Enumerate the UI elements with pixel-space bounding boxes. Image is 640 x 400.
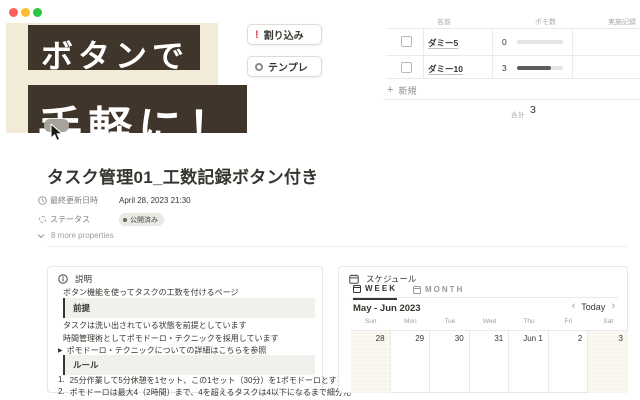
calendar-navigation: ‹ Today › — [572, 301, 615, 312]
more-properties-toggle[interactable]: 8 more properties — [37, 231, 114, 240]
numbered-list-item: 1. 25分作業して5分休憩を1セット、この1セット（30分）を1ポモドーロとす… — [58, 375, 345, 386]
calendar-icon — [349, 274, 359, 284]
progress-bar — [517, 66, 563, 70]
divider — [386, 28, 640, 29]
today-button[interactable]: Today — [581, 302, 605, 312]
property-row-status[interactable]: ステータス 公開済み — [36, 213, 164, 226]
interrupt-button[interactable]: ! 割り込み — [247, 24, 322, 45]
notion-window: ボタンで 手軽に！ ! 割り込み テンプレ 名前 ポモ数 実施記録 ダミー5 — [0, 0, 640, 400]
info-icon — [58, 274, 68, 284]
interrupt-button-label: 割り込み — [264, 27, 304, 42]
list-number: 2. — [58, 387, 65, 398]
pomo-count[interactable]: 0 — [502, 37, 507, 47]
pomo-count[interactable]: 3 — [502, 63, 507, 73]
divider — [47, 246, 628, 247]
status-badge[interactable]: 公開済み — [119, 213, 164, 226]
calendar-day-header: Wed — [470, 318, 510, 325]
row-title[interactable]: ダミー10 — [428, 63, 463, 75]
tab-week-label: WEEK — [365, 284, 397, 293]
calendar-day-header: Tue — [430, 318, 470, 325]
table-footer-total-label[interactable]: 合計 — [511, 109, 525, 119]
template-button-label: テンプレ — [268, 59, 308, 74]
divider — [572, 28, 573, 78]
table-footer-total-value: 3 — [530, 104, 536, 116]
table-header-row: 名前 ポモ数 実施記録 — [386, 12, 640, 28]
list-number: 1. — [58, 375, 65, 386]
calendar-day-header: Sat — [588, 318, 628, 325]
more-properties-label: 8 more properties — [51, 231, 114, 240]
progress-bar — [517, 40, 563, 44]
tab-month-label: MONTH — [425, 285, 464, 294]
column-header-record[interactable]: 実施記録 — [608, 17, 636, 27]
divider — [423, 28, 424, 78]
calendar-cell[interactable]: 2 — [549, 331, 589, 393]
cover-headline-line1: ボタンで — [28, 25, 200, 70]
calendar-icon — [353, 285, 361, 293]
page-title[interactable]: タスク管理01_工数記録ボタン付き — [47, 163, 318, 188]
numbered-list-item: 2. ポモドーロは最大4（2時間）まで、4を超えるタスクは4以下になるまで細分化 — [58, 387, 351, 398]
property-label: 最終更新日時 — [50, 195, 119, 206]
status-circle-icon — [36, 216, 48, 223]
calendar-icon — [413, 286, 421, 294]
exclamation-icon: ! — [255, 29, 259, 41]
schedule-callout: スケジュール WEEK MONTH May - Jun 2023 ‹ Today… — [338, 266, 628, 393]
ring-icon — [255, 63, 263, 71]
divider — [386, 78, 640, 79]
description-line: タスクは洗い出されている状態を前提としています — [63, 320, 247, 331]
plus-icon: + — [387, 85, 393, 96]
clock-icon — [36, 196, 48, 205]
quote-block-premise: 前提 — [63, 298, 315, 318]
column-header-name[interactable]: 名前 — [437, 17, 451, 27]
calendar-day-header: Fri — [549, 318, 589, 325]
progress-bar-fill — [517, 66, 551, 70]
template-button[interactable]: テンプレ — [247, 56, 322, 77]
calendar-cell[interactable]: 3 — [588, 331, 628, 393]
divider — [492, 28, 493, 78]
window-zoom-button[interactable] — [33, 8, 42, 17]
calendar-day-header: Mon — [391, 318, 431, 325]
calendar-cell[interactable]: 31 — [470, 331, 510, 393]
calendar-cell[interactable]: 29 — [391, 331, 431, 393]
add-new-row-button[interactable]: + 新規 — [387, 84, 416, 97]
description-callout: 説明 ボタン機能を使ってタスクの工数を付けるページ 前提 タスクは洗い出されてい… — [47, 266, 323, 393]
status-dot-icon — [123, 218, 127, 222]
column-header-count[interactable]: ポモ数 — [535, 17, 556, 27]
calendar-cell[interactable]: 28 — [351, 331, 391, 393]
description-callout-header: 説明 — [58, 273, 92, 285]
calendar-week-grid: 28 29 30 31 Jun 1 2 3 — [351, 330, 628, 393]
property-value: April 28, 2023 21:30 — [119, 196, 191, 205]
description-line: 時間管理術としてポモドーロ・テクニックを採用しています — [63, 333, 279, 344]
calendar-range-label: May - Jun 2023 — [353, 303, 421, 314]
divider — [351, 297, 618, 298]
list-text: 25分作業して5分休憩を1セット、この1セット（30分）を1ポモドーロとする — [70, 375, 345, 386]
calendar-day-header-row: Sun Mon Tue Wed Thu Fri Sat — [351, 318, 628, 325]
calendar-day-header: Thu — [509, 318, 549, 325]
calendar-cell[interactable]: Jun 1 — [509, 331, 549, 393]
divider — [383, 99, 640, 100]
calendar-prev-button[interactable]: ‹ — [572, 301, 576, 312]
property-row-last-edited[interactable]: 最終更新日時 April 28, 2023 21:30 — [36, 195, 191, 206]
calendar-cell[interactable]: 30 — [430, 331, 470, 393]
toggle-triangle-icon[interactable]: ▶ — [58, 347, 63, 354]
row-checkbox[interactable] — [401, 62, 412, 73]
description-intro: ボタン機能を使ってタスクの工数を付けるページ — [63, 287, 238, 298]
chevron-down-icon — [37, 233, 45, 239]
calendar-next-button[interactable]: › — [611, 301, 615, 312]
row-checkbox[interactable] — [401, 36, 412, 47]
window-close-button[interactable] — [9, 8, 18, 17]
description-callout-title: 説明 — [75, 273, 92, 285]
window-minimize-button[interactable] — [21, 8, 30, 17]
calendar-day-header: Sun — [351, 318, 391, 325]
property-label: ステータス — [50, 214, 119, 225]
divider — [386, 55, 640, 56]
row-title[interactable]: ダミー5 — [428, 37, 458, 49]
mouse-cursor-icon — [50, 124, 63, 142]
list-text: ポモドーロは最大4（2時間）まで、4を超えるタスクは4以下になるまで細分化 — [70, 387, 351, 398]
status-badge-label: 公開済み — [130, 215, 158, 225]
add-new-row-label: 新規 — [398, 84, 416, 97]
quote-block-rules: ルール — [63, 355, 315, 375]
